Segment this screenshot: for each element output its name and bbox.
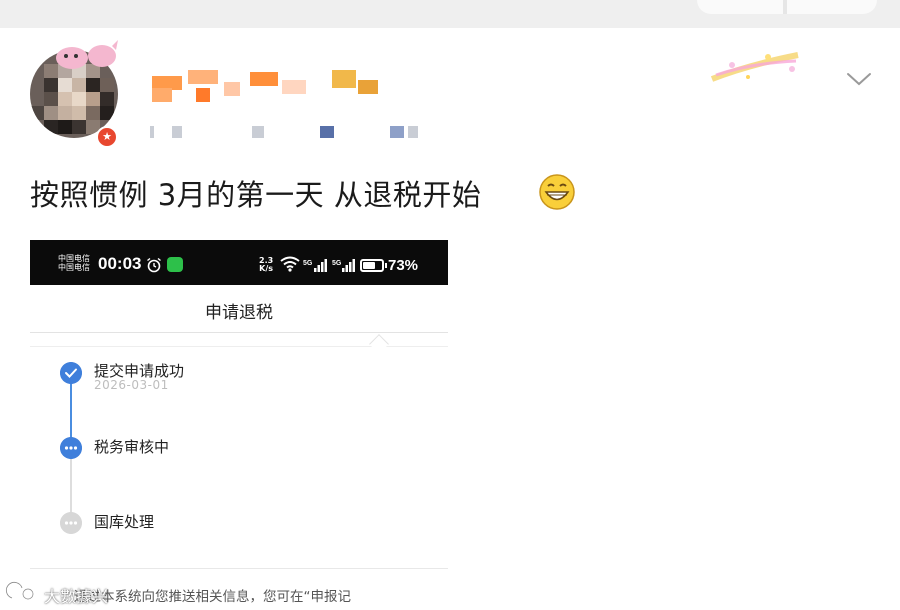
avatar-ears-decoration <box>56 40 118 69</box>
vip-star-icon: ★ <box>96 126 118 148</box>
bottom-divider <box>30 568 448 569</box>
check-icon <box>60 362 82 384</box>
chevron-down-icon[interactable] <box>846 70 872 88</box>
battery-percent: 73% <box>388 257 419 274</box>
signal-2-label: 5G <box>332 260 342 267</box>
top-bar <box>0 0 900 28</box>
battery-icon <box>360 259 387 272</box>
signal-5g-icon-2: 5G <box>332 259 355 272</box>
weibo-post: ★ 按照惯例 3月的第一天 从退税开始 中国电信 中国电信 00:03 2.3 … <box>0 0 900 610</box>
step-submitted-date: 2026-03-01 <box>94 378 169 392</box>
top-tab-pill[interactable] <box>697 0 877 14</box>
username-pixelated[interactable] <box>152 70 382 102</box>
wifi-icon <box>280 256 300 272</box>
carrier-2: 中国电信 <box>58 263 90 272</box>
alarm-icon <box>147 257 161 273</box>
carrier-1: 中国电信 <box>58 254 90 263</box>
tab-separator <box>783 0 787 14</box>
signal-1-label: 5G <box>303 260 313 267</box>
status-time: 00:03 <box>98 254 142 273</box>
wechat-icon <box>167 257 183 272</box>
watermark-text: 大數據兴 <box>44 587 109 606</box>
grinning-face-emoji <box>539 174 575 210</box>
battery-nub <box>385 263 387 268</box>
signal-5g-icon: 5G <box>303 259 327 272</box>
net-speed: 2.3 K/s <box>259 257 273 273</box>
page-title: 申请退税 <box>205 303 273 323</box>
title-divider <box>30 332 448 333</box>
net-speed-unit: K/s <box>259 264 274 273</box>
battery-fill <box>363 262 375 269</box>
sparkle-decoration <box>710 52 799 82</box>
post-text: 按照惯例 3月的第一天 从退税开始 <box>30 178 482 212</box>
embedded-screenshot[interactable]: 中国电信 中国电信 00:03 2.3 K/s 5G 5G 73% 申请退税 提… <box>30 240 448 610</box>
step-review-label: 税务审核中 <box>94 438 170 456</box>
tooltip-notch <box>369 334 389 354</box>
step-treasury-label: 国库处理 <box>94 513 155 531</box>
phone-status-bar: 中国电信 中国电信 00:03 2.3 K/s 5G 5G 73% <box>30 240 448 285</box>
post-meta-pixelated <box>150 126 460 140</box>
ellipsis-pending-icon <box>60 512 82 534</box>
ellipsis-icon <box>60 437 82 459</box>
carrier-labels: 中国电信 中国电信 <box>58 254 90 272</box>
